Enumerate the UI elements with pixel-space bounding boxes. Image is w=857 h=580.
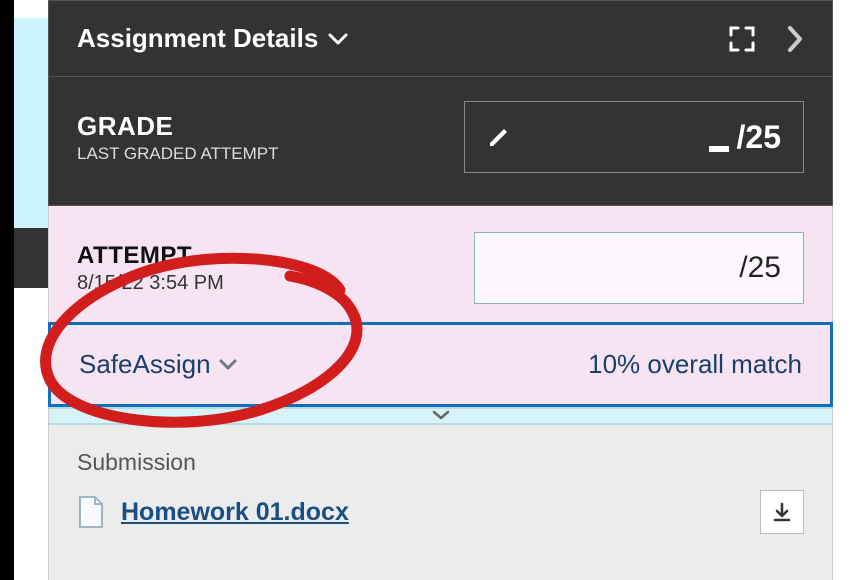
- safeassign-row[interactable]: SafeAssign 10% overall match: [48, 322, 833, 407]
- left-sidebar-dark-block: [14, 228, 48, 288]
- safeassign-label-text: SafeAssign: [79, 349, 211, 380]
- grade-labels: GRADE LAST GRADED ATTEMPT: [77, 111, 279, 164]
- download-icon: [771, 501, 793, 523]
- chevron-down-icon: [219, 359, 237, 371]
- attempt-labels: ATTEMPT 8/15/22 3:54 PM: [77, 242, 224, 295]
- chevron-down-icon: [431, 409, 451, 421]
- grade-subheading: LAST GRADED ATTEMPT: [77, 144, 279, 164]
- grade-entry-box[interactable]: /25: [464, 101, 804, 173]
- submission-section: Submission Homework 01.docx: [48, 425, 833, 580]
- grade-value-display: /25: [709, 119, 781, 156]
- assignment-details-panel: Assignment Details GRADE: [48, 0, 833, 580]
- left-sidebar-sliver: [0, 0, 48, 580]
- panel-title-text: Assignment Details: [77, 23, 318, 54]
- safeassign-match-text: 10% overall match: [588, 349, 802, 380]
- grade-section: GRADE LAST GRADED ATTEMPT /25: [48, 77, 833, 206]
- submission-file-link[interactable]: Homework 01.docx: [121, 498, 349, 527]
- panel-header: Assignment Details: [48, 0, 833, 77]
- grade-points-possible: /25: [737, 119, 781, 156]
- safeassign-toggle[interactable]: SafeAssign: [79, 349, 237, 380]
- document-icon: [77, 495, 105, 529]
- submission-heading: Submission: [77, 449, 804, 476]
- pencil-icon: [487, 125, 511, 149]
- attempt-timestamp: 8/15/22 3:54 PM: [77, 272, 224, 295]
- attempt-heading: ATTEMPT: [77, 242, 224, 270]
- panel-title[interactable]: Assignment Details: [77, 23, 348, 54]
- grade-heading: GRADE: [77, 111, 279, 142]
- expand-icon[interactable]: [728, 25, 756, 53]
- attempt-score-input[interactable]: /25: [474, 232, 804, 304]
- attempt-points-possible: /25: [739, 251, 781, 285]
- attempt-section: ATTEMPT 8/15/22 3:54 PM /25: [48, 206, 833, 322]
- submission-file-row: Homework 01.docx: [77, 490, 804, 534]
- chevron-down-icon: [328, 32, 348, 46]
- grade-blank-indicator: [709, 146, 729, 152]
- chevron-right-icon[interactable]: [786, 24, 804, 54]
- download-button[interactable]: [760, 490, 804, 534]
- section-divider[interactable]: [48, 407, 833, 425]
